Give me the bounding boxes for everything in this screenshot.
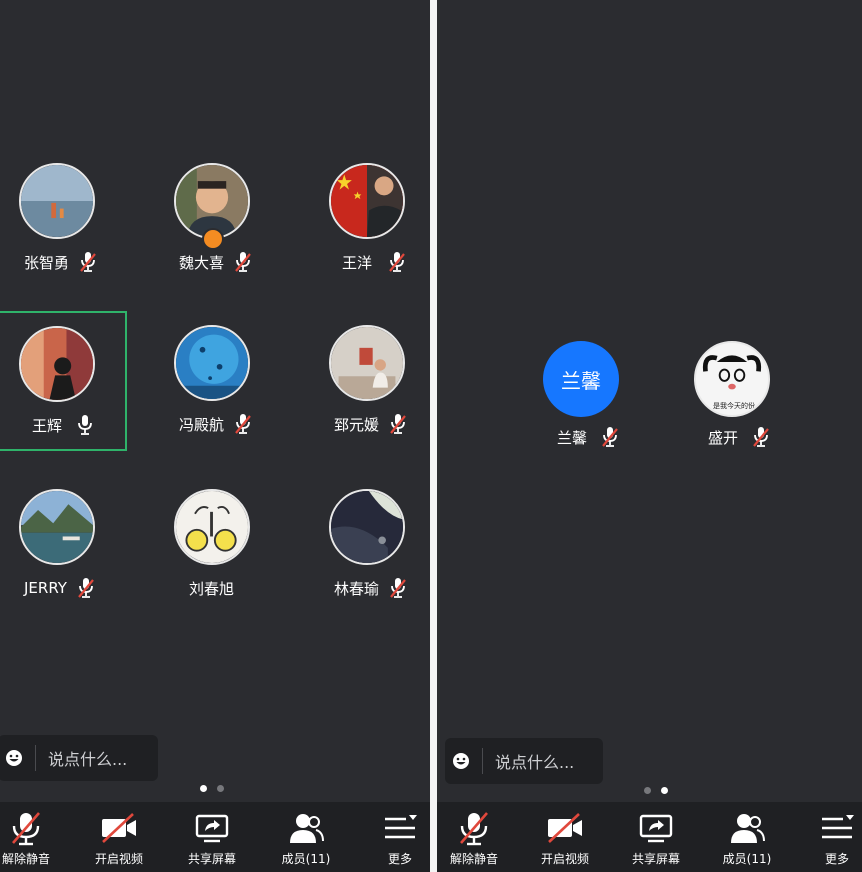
mic-muted-icon: [601, 426, 619, 448]
share-screen-icon: [192, 810, 232, 846]
participant-name: 王辉: [32, 416, 63, 435]
share-screen-label: 共享屏幕: [631, 852, 680, 866]
members-label: 成员(11): [281, 852, 331, 866]
more-button[interactable]: 更多: [815, 802, 859, 872]
unmute-button[interactable]: 解除静音: [448, 802, 500, 872]
avatar: [19, 326, 95, 402]
start-video-button[interactable]: 开启视频: [88, 802, 150, 872]
start-video-button[interactable]: 开启视频: [534, 802, 596, 872]
unmute-label: 解除静音: [449, 852, 498, 866]
page-dot[interactable]: [217, 785, 224, 792]
avatar: 兰馨: [543, 341, 619, 417]
mic-muted-icon: [79, 251, 97, 273]
participant-tile[interactable]: 魏大喜: [147, 150, 277, 290]
avatar: [19, 489, 95, 565]
participant-tile[interactable]: 林春瑜: [302, 476, 430, 616]
participant-name: 王洋: [342, 253, 373, 272]
start-video-label: 开启视频: [540, 852, 589, 866]
members-button[interactable]: 成员(11): [716, 802, 778, 872]
more-menu-icon: [817, 810, 857, 846]
participant-tile[interactable]: 王洋: [302, 150, 430, 290]
unmute-button[interactable]: 解除静音: [0, 802, 52, 872]
more-button[interactable]: 更多: [378, 802, 422, 872]
more-label: 更多: [387, 852, 412, 866]
participant-tile-speaking[interactable]: 王辉: [0, 311, 127, 451]
host-badge-icon: [202, 228, 224, 250]
chat-divider: [482, 748, 483, 774]
chat-input-bar[interactable]: 说点什么...: [445, 738, 603, 784]
meeting-toolbar: 解除静音 开启视频 共享屏幕 成员(11) 更多: [437, 802, 862, 872]
members-button[interactable]: 成员(11): [275, 802, 337, 872]
participant-name: 兰馨: [557, 428, 588, 447]
avatar: [329, 325, 405, 401]
page-dot-active[interactable]: [661, 787, 668, 794]
page-dot[interactable]: [644, 787, 651, 794]
mic-muted-icon: [234, 251, 252, 273]
participant-tile[interactable]: 郅元媛: [302, 312, 430, 452]
chat-placeholder[interactable]: 说点什么...: [495, 749, 574, 773]
participant-page-2: 兰馨 兰馨 是我今天的份 盛开 说点什么... 解除静音 开启视频 共享屏幕 成…: [437, 0, 862, 872]
participant-name: 冯殿航: [179, 415, 225, 434]
page-divider: [430, 0, 437, 872]
mic-muted-icon: [77, 577, 95, 599]
participant-tile[interactable]: JERRY: [0, 476, 122, 616]
participant-name: 盛开: [708, 428, 739, 447]
participant-name: 张智勇: [24, 253, 70, 272]
chat-placeholder[interactable]: 说点什么...: [48, 746, 127, 770]
members-label: 成员(11): [722, 852, 772, 866]
page-indicator: [200, 785, 234, 792]
participant-tile[interactable]: 张智勇: [0, 150, 122, 290]
meeting-toolbar: 解除静音 开启视频 共享屏幕 成员(11) 更多: [0, 802, 430, 872]
share-screen-icon: [636, 810, 676, 846]
avatar-caption: 是我今天的份: [713, 402, 755, 410]
mic-muted-icon: [454, 810, 494, 846]
members-icon: [727, 810, 767, 846]
mic-muted-icon: [234, 413, 252, 435]
participant-name: 郅元媛: [334, 415, 380, 434]
chat-divider: [35, 745, 36, 771]
video-off-icon: [545, 810, 585, 846]
participant-tile[interactable]: 是我今天的份 盛开: [680, 325, 810, 465]
share-screen-button[interactable]: 共享屏幕: [181, 802, 243, 872]
mic-muted-icon: [389, 577, 407, 599]
avatar: [329, 489, 405, 565]
members-icon: [286, 810, 326, 846]
participant-tile[interactable]: 冯殿航: [147, 312, 277, 452]
participant-name: JERRY: [24, 579, 67, 597]
emoji-icon[interactable]: [452, 752, 470, 770]
avatar: [329, 163, 405, 239]
avatar: 是我今天的份: [694, 341, 770, 417]
participant-tile[interactable]: 兰馨 兰馨: [529, 325, 659, 465]
mic-muted-icon: [752, 426, 770, 448]
share-screen-button[interactable]: 共享屏幕: [625, 802, 687, 872]
emoji-icon[interactable]: [5, 749, 23, 767]
avatar: [174, 325, 250, 401]
participant-name: 林春瑜: [334, 579, 380, 598]
avatar: [174, 489, 250, 565]
more-menu-icon: [380, 810, 420, 846]
participant-name: 魏大喜: [179, 253, 225, 272]
participant-name: 刘春旭: [189, 579, 235, 598]
start-video-label: 开启视频: [94, 852, 143, 866]
unmute-label: 解除静音: [1, 852, 50, 866]
mic-muted-icon: [388, 251, 406, 273]
mic-muted-icon: [389, 413, 407, 435]
more-label: 更多: [824, 852, 849, 866]
mic-on-icon: [76, 414, 94, 436]
avatar: [19, 163, 95, 239]
participant-tile[interactable]: 刘春旭: [147, 476, 277, 616]
video-off-icon: [99, 810, 139, 846]
share-screen-label: 共享屏幕: [187, 852, 236, 866]
page-indicator: [644, 787, 678, 794]
chat-input-bar[interactable]: 说点什么...: [0, 735, 158, 781]
participant-page-1: 张智勇 魏大喜 王洋 王辉 冯殿航 郅元媛 JERRY 刘春旭 林春瑜 说点什么…: [0, 0, 430, 872]
page-dot-active[interactable]: [200, 785, 207, 792]
mic-muted-icon: [6, 810, 46, 846]
